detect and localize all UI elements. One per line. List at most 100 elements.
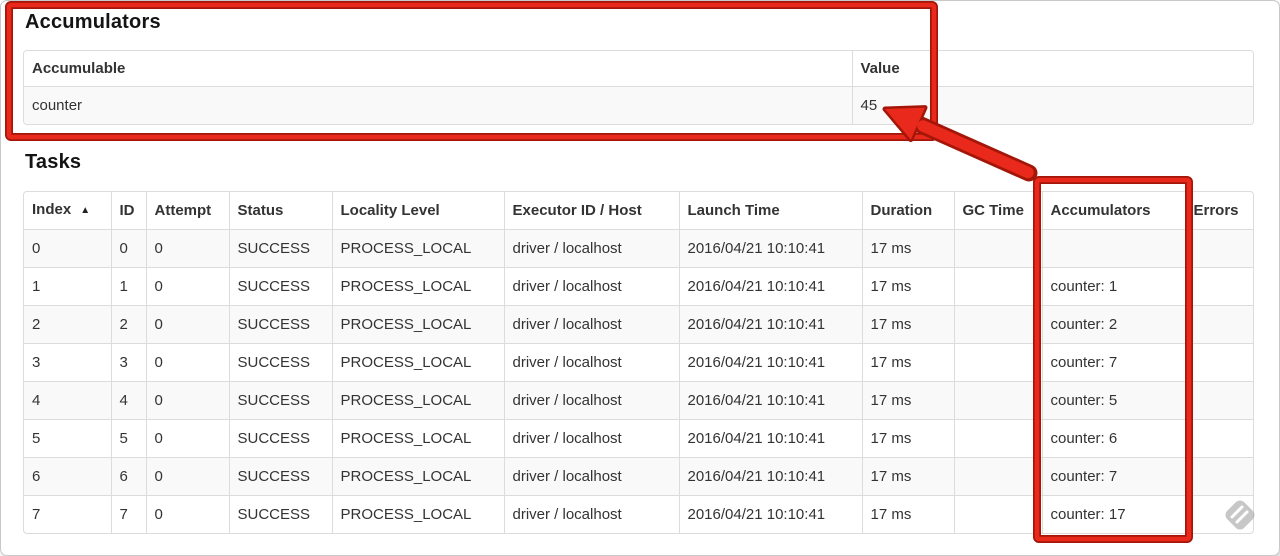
duration-cell: 17 ms: [861, 457, 954, 496]
duration-cell: 17 ms: [861, 495, 954, 533]
col-header-locality-level[interactable]: Locality Level: [331, 192, 504, 230]
index-cell: 5: [24, 419, 111, 458]
executor-id-host-cell: driver / localhost: [503, 305, 679, 344]
errors-cell: [1184, 267, 1253, 306]
duration-cell: 17 ms: [861, 381, 954, 420]
col-header-attempt[interactable]: Attempt: [145, 192, 229, 230]
launch-time-cell: 2016/04/21 10:10:41: [678, 305, 862, 344]
accumulators-cell: [1041, 229, 1185, 268]
col-header-id[interactable]: ID: [110, 192, 146, 230]
id-cell: 0: [110, 229, 146, 268]
accumulable-value-cell: 45: [851, 86, 1253, 124]
locality-level-cell: PROCESS_LOCAL: [331, 343, 504, 382]
accumulators-cell: counter: 17: [1041, 495, 1185, 533]
col-header-gc-time[interactable]: GC Time: [953, 192, 1042, 230]
status-cell: SUCCESS: [228, 457, 332, 496]
locality-level-cell: PROCESS_LOCAL: [331, 381, 504, 420]
attempt-cell: 0: [145, 229, 229, 268]
launch-time-cell: 2016/04/21 10:10:41: [678, 229, 862, 268]
status-cell: SUCCESS: [228, 381, 332, 420]
id-cell: 6: [110, 457, 146, 496]
col-header-duration[interactable]: Duration: [861, 192, 954, 230]
gc-time-cell: [953, 419, 1042, 458]
table-header-row: Accumulable Value: [24, 51, 1253, 87]
locality-level-cell: PROCESS_LOCAL: [331, 305, 504, 344]
accumulators-cell: counter: 6: [1041, 419, 1185, 458]
accumulators-cell: counter: 7: [1041, 457, 1185, 496]
errors-cell: [1184, 495, 1253, 533]
col-header-value[interactable]: Value: [851, 51, 1253, 87]
index-cell: 2: [24, 305, 111, 344]
gc-time-cell: [953, 229, 1042, 268]
id-cell: 5: [110, 419, 146, 458]
id-cell: 4: [110, 381, 146, 420]
errors-cell: [1184, 305, 1253, 344]
col-header-accumulable[interactable]: Accumulable: [24, 51, 852, 87]
table-row: 7 7 0 SUCCESS PROCESS_LOCAL driver / loc…: [24, 495, 1253, 533]
attempt-cell: 0: [145, 343, 229, 382]
sort-ascending-icon: ▲: [80, 205, 91, 216]
errors-cell: [1184, 343, 1253, 382]
attempt-cell: 0: [145, 457, 229, 496]
gc-time-cell: [953, 343, 1042, 382]
table-row: 2 2 0 SUCCESS PROCESS_LOCAL driver / loc…: [24, 305, 1253, 344]
accumulable-name-cell: counter: [24, 86, 852, 124]
executor-id-host-cell: driver / localhost: [503, 229, 679, 268]
duration-cell: 17 ms: [861, 419, 954, 458]
launch-time-cell: 2016/04/21 10:10:41: [678, 419, 862, 458]
accumulators-table: Accumulable Value counter 45: [23, 50, 1254, 125]
errors-cell: [1184, 419, 1253, 458]
errors-cell: [1184, 229, 1253, 268]
gc-time-cell: [953, 267, 1042, 306]
id-cell: 3: [110, 343, 146, 382]
accumulators-cell: counter: 1: [1041, 267, 1185, 306]
accumulators-cell: counter: 5: [1041, 381, 1185, 420]
status-cell: SUCCESS: [228, 229, 332, 268]
col-header-status[interactable]: Status: [228, 192, 332, 230]
attempt-cell: 0: [145, 495, 229, 533]
col-header-accumulators[interactable]: Accumulators: [1041, 192, 1185, 230]
attempt-cell: 0: [145, 267, 229, 306]
accumulators-cell: counter: 7: [1041, 343, 1185, 382]
executor-id-host-cell: driver / localhost: [503, 495, 679, 533]
spark-ui-stage-page: Accumulators Accumulable Value counter 4…: [0, 0, 1280, 556]
launch-time-cell: 2016/04/21 10:10:41: [678, 381, 862, 420]
status-cell: SUCCESS: [228, 419, 332, 458]
col-header-index[interactable]: Index ▲: [24, 192, 111, 230]
table-header-row: Index ▲ ID Attempt Status Locality Level …: [24, 192, 1253, 230]
gc-time-cell: [953, 381, 1042, 420]
errors-cell: [1184, 381, 1253, 420]
locality-level-cell: PROCESS_LOCAL: [331, 457, 504, 496]
id-cell: 2: [110, 305, 146, 344]
duration-cell: 17 ms: [861, 267, 954, 306]
index-cell: 4: [24, 381, 111, 420]
launch-time-cell: 2016/04/21 10:10:41: [678, 267, 862, 306]
table-row: 0 0 0 SUCCESS PROCESS_LOCAL driver / loc…: [24, 229, 1253, 268]
launch-time-cell: 2016/04/21 10:10:41: [678, 495, 862, 533]
table-row: 4 4 0 SUCCESS PROCESS_LOCAL driver / loc…: [24, 381, 1253, 420]
gc-time-cell: [953, 495, 1042, 533]
attempt-cell: 0: [145, 419, 229, 458]
gc-time-cell: [953, 457, 1042, 496]
attempt-cell: 0: [145, 305, 229, 344]
col-header-executor-id-host[interactable]: Executor ID / Host: [503, 192, 679, 230]
tasks-section-title: Tasks: [25, 151, 82, 173]
table-row: 5 5 0 SUCCESS PROCESS_LOCAL driver / loc…: [24, 419, 1253, 458]
col-header-errors[interactable]: Errors: [1184, 192, 1253, 230]
table-row: counter 45: [24, 86, 1253, 124]
table-row: 6 6 0 SUCCESS PROCESS_LOCAL driver / loc…: [24, 457, 1253, 496]
col-header-launch-time[interactable]: Launch Time: [678, 192, 862, 230]
gc-time-cell: [953, 305, 1042, 344]
tasks-table: Index ▲ ID Attempt Status Locality Level …: [23, 191, 1254, 534]
col-header-index-label: Index: [32, 201, 72, 218]
locality-level-cell: PROCESS_LOCAL: [331, 267, 504, 306]
duration-cell: 17 ms: [861, 229, 954, 268]
attempt-cell: 0: [145, 381, 229, 420]
executor-id-host-cell: driver / localhost: [503, 267, 679, 306]
duration-cell: 17 ms: [861, 305, 954, 344]
index-cell: 1: [24, 267, 111, 306]
executor-id-host-cell: driver / localhost: [503, 381, 679, 420]
executor-id-host-cell: driver / localhost: [503, 457, 679, 496]
status-cell: SUCCESS: [228, 343, 332, 382]
index-cell: 7: [24, 495, 111, 533]
